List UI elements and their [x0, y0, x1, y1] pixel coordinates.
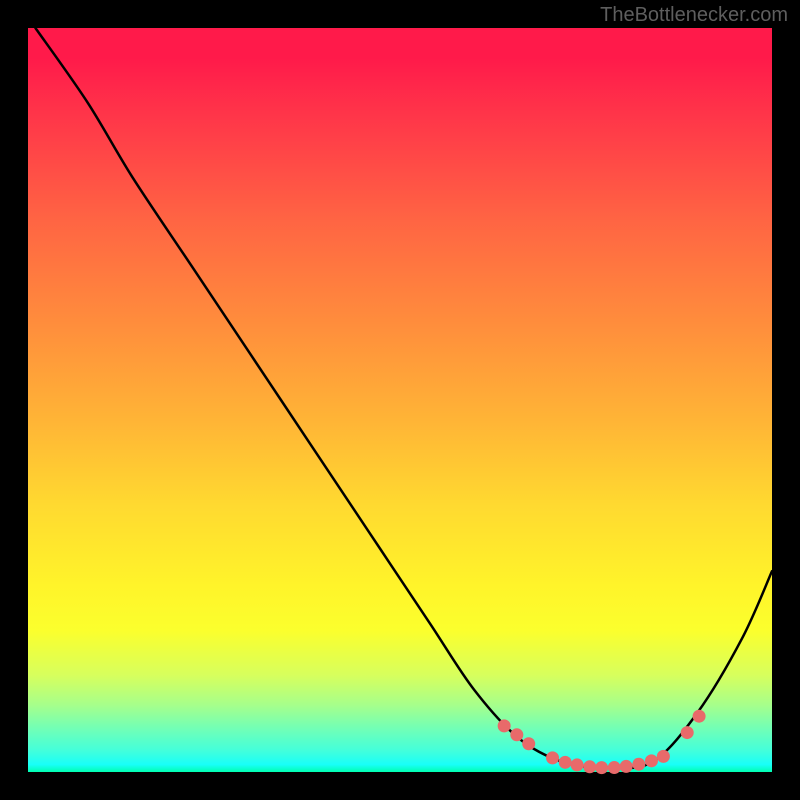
data-point — [645, 754, 658, 767]
data-point — [583, 760, 596, 773]
data-point — [522, 737, 535, 750]
bottleneck-curve — [35, 28, 772, 768]
data-point — [595, 761, 608, 774]
watermark-text: TheBottlenecker.com — [600, 4, 788, 27]
data-point — [498, 719, 511, 732]
data-point — [632, 758, 645, 771]
data-point — [571, 758, 584, 771]
data-point — [657, 750, 670, 763]
data-point — [681, 726, 694, 739]
data-point — [559, 756, 572, 769]
data-point — [620, 760, 633, 773]
data-point — [510, 728, 523, 741]
data-point — [693, 710, 706, 723]
data-point — [608, 761, 621, 774]
data-point — [546, 751, 559, 764]
plot-area — [28, 28, 772, 772]
chart-svg — [28, 28, 772, 772]
